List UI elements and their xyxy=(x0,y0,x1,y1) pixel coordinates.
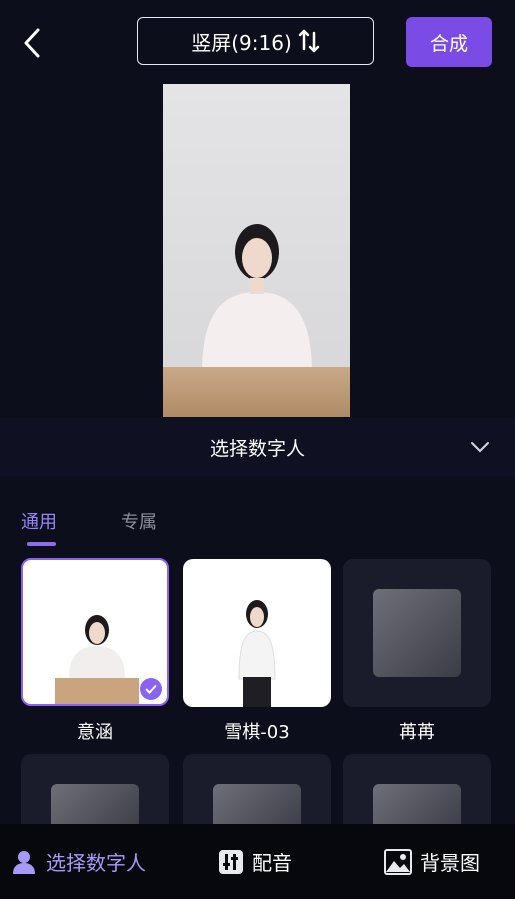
swap-vertical-icon xyxy=(298,29,320,53)
nav-label: 配音 xyxy=(252,851,292,875)
selected-check-icon xyxy=(140,678,162,700)
nav-background[interactable]: 背景图 xyxy=(384,824,480,899)
avatar-thumbnail xyxy=(238,600,276,707)
tab-exclusive[interactable]: 专属 xyxy=(121,508,157,534)
avatar-card-ranran[interactable] xyxy=(343,559,491,707)
compose-button[interactable]: 合成 xyxy=(406,17,492,67)
nav-label: 选择数字人 xyxy=(46,851,146,875)
aspect-ratio-button[interactable]: 竖屏(9:16) xyxy=(137,17,374,65)
desk xyxy=(163,367,350,417)
avatar-name: 雪棋-03 xyxy=(224,722,290,743)
select-avatar-dropdown[interactable]: 选择数字人 xyxy=(0,418,515,476)
avatar-card-xueqi[interactable] xyxy=(183,559,331,707)
avatar-card[interactable] xyxy=(343,754,491,834)
tab-indicator xyxy=(27,542,56,546)
nav-label: 背景图 xyxy=(420,851,480,875)
avatar-tabs: 通用 专属 xyxy=(0,500,515,550)
avatar-preview xyxy=(163,84,350,417)
select-avatar-label: 选择数字人 xyxy=(209,437,305,460)
avatar-name: 苒苒 xyxy=(399,722,435,743)
aspect-ratio-label: 竖屏(9:16) xyxy=(191,30,292,55)
chevron-down-icon[interactable] xyxy=(470,440,490,454)
tab-general[interactable]: 通用 xyxy=(21,508,57,534)
nav-select-avatar[interactable]: 选择数字人 xyxy=(10,824,146,899)
nav-dubbing[interactable]: 配音 xyxy=(218,824,292,899)
person-icon xyxy=(13,850,35,874)
equalizer-icon xyxy=(219,849,243,874)
avatar-card[interactable] xyxy=(21,754,169,834)
robot-head-icon xyxy=(373,589,461,677)
back-icon[interactable] xyxy=(18,26,48,60)
bottom-nav: 选择数字人 配音 背景图 xyxy=(0,824,515,899)
top-bar: 竖屏(9:16) 合成 xyxy=(0,0,515,84)
avatar-figure xyxy=(202,224,312,374)
image-icon xyxy=(384,848,412,875)
avatar-card[interactable] xyxy=(183,754,331,834)
avatar-name: 意涵 xyxy=(77,722,113,743)
